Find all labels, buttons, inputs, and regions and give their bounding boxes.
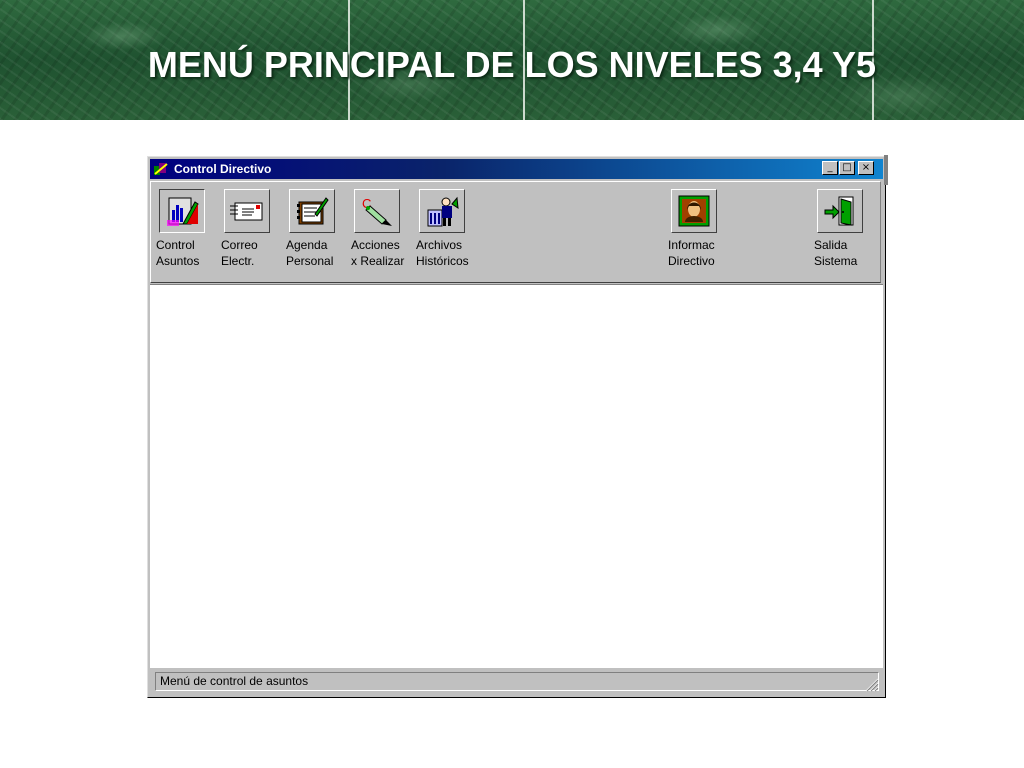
archivos-historicos-icon-button[interactable] [419, 189, 465, 233]
chart-folder-icon [167, 197, 199, 226]
portrait-icon [678, 195, 710, 227]
agenda-personal-button[interactable]: Agenda Personal [286, 189, 352, 269]
archive-building-icon [427, 196, 459, 227]
acciones-realizar-button[interactable]: C Acciones x Realizar [351, 189, 417, 269]
acciones-realizar-label: Acciones x Realizar [351, 238, 405, 268]
control-asuntos-icon-button[interactable] [159, 189, 205, 233]
salida-sistema-label: Salida Sistema [814, 238, 858, 268]
status-text: Menú de control de asuntos [155, 672, 879, 691]
slide-header-banner: MENÚ PRINCIPAL DE LOS NIVELES 3,4 Y5 [0, 0, 1024, 120]
status-bar: Menú de control de asuntos [150, 670, 883, 695]
correo-electr-label: Correo Electr. [221, 238, 258, 268]
window-edge-shadow [884, 155, 888, 185]
salida-sistema-button[interactable]: Salida Sistema [814, 189, 880, 269]
control-asuntos-button[interactable]: Control Asuntos [156, 189, 222, 269]
window-titlebar[interactable]: Control Directivo _ □ × [150, 159, 883, 179]
correo-electr-icon-button[interactable] [224, 189, 270, 233]
mail-envelope-icon [230, 202, 263, 221]
app-window: Control Directivo _ □ × ControlAsuntos [147, 156, 886, 698]
informac-directivo-label: Informac Directivo [668, 238, 715, 268]
resize-grip-icon[interactable] [865, 678, 879, 692]
informac-directivo-button[interactable]: Informac Directivo [668, 189, 734, 269]
exit-door-icon [824, 196, 854, 226]
correo-electr-button[interactable]: Correo Electr. [221, 189, 287, 269]
app-icon [154, 163, 168, 175]
client-area[interactable] [150, 284, 883, 668]
archivos-historicos-button[interactable]: Archivos Históricos [416, 189, 482, 269]
control-asuntos-label: Control Asuntos [156, 238, 200, 268]
agenda-book-icon [297, 197, 329, 225]
minimize-button[interactable]: _ [822, 161, 838, 175]
maximize-button[interactable]: □ [839, 161, 855, 175]
salida-sistema-icon-button[interactable] [817, 189, 863, 233]
main-toolbar: Control Asuntos Correo Electr. Agenda Pe… [150, 181, 881, 283]
agenda-personal-icon-button[interactable] [289, 189, 335, 233]
slide-title: MENÚ PRINCIPAL DE LOS NIVELES 3,4 Y5 [147, 44, 877, 85]
archivos-historicos-label: Archivos Históricos [416, 238, 469, 268]
marker-pen-icon: C [362, 196, 392, 226]
informac-directivo-icon-button[interactable] [671, 189, 717, 233]
acciones-realizar-icon-button[interactable]: C [354, 189, 400, 233]
agenda-personal-label: Agenda Personal [286, 238, 334, 268]
window-title: Control Directivo [174, 162, 272, 176]
close-button[interactable]: × [858, 161, 874, 175]
